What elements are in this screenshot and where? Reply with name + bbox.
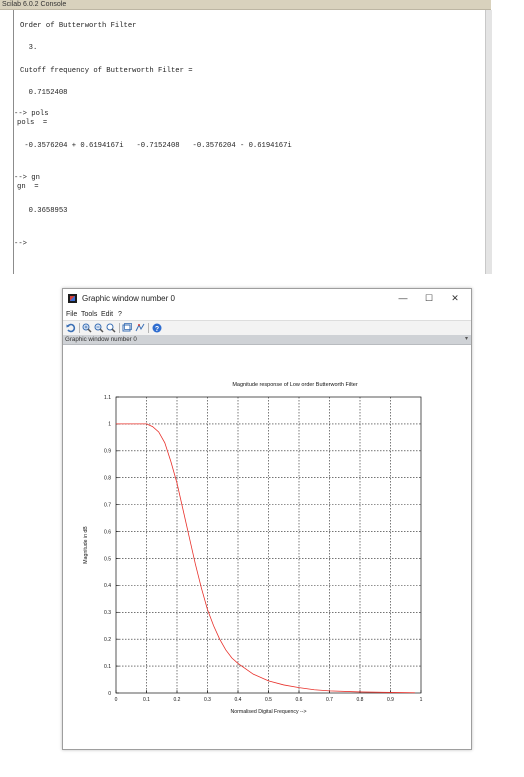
- maximize-button[interactable]: ☐: [419, 292, 439, 305]
- x-tick-label: 1: [420, 697, 423, 703]
- menu-edit[interactable]: Edit: [101, 309, 113, 320]
- close-button[interactable]: ✕: [445, 292, 465, 305]
- x-tick-label: 0.9: [387, 697, 394, 703]
- y-tick-label: 0.7: [104, 502, 111, 508]
- x-tick-label: 0.2: [174, 697, 181, 703]
- console-prompt[interactable]: -->: [14, 240, 27, 249]
- graphic-window[interactable]: Graphic window number 0 — ☐ ✕ File Tools…: [62, 288, 472, 750]
- y-tick-label: 0.1: [104, 664, 111, 670]
- y-tick-label: 0: [108, 691, 111, 697]
- chart-ticks: 0 0.1 0.2 0.3 0.4 0.5 0.6 0.7 0.8 0.9 1 0 0.1 0.2 0.3 0…: [104, 395, 423, 703]
- magnitude-response-chart: Magnitude response of Low order Butterwo…: [83, 382, 423, 715]
- x-tick-label: 0.7: [326, 697, 333, 703]
- graphic-window-titlebar[interactable]: Graphic window number 0 — ☐ ✕: [63, 289, 471, 309]
- console-line: --> pols: [14, 110, 49, 118]
- y-tick-label: 0.3: [104, 610, 111, 616]
- console-line: 0.3658953: [20, 207, 68, 215]
- console-line: Cutoff frequency of Butterworth Filter =: [20, 67, 193, 75]
- console-line: --> gn: [14, 174, 40, 182]
- x-axis-label: Normalised Digital Frequency -->: [231, 709, 307, 715]
- help-icon[interactable]: ?: [152, 323, 162, 333]
- toolbar-separator: [148, 323, 149, 333]
- figure-tab[interactable]: Graphic window number 0: [65, 335, 137, 344]
- zoom-in-icon[interactable]: [82, 323, 92, 333]
- y-tick-label: 0.6: [104, 529, 111, 535]
- console-line: 0.7152408: [20, 89, 68, 97]
- graphic-window-title: Graphic window number 0: [82, 294, 175, 303]
- chart-grid: [116, 397, 421, 693]
- x-tick-label: 0.4: [235, 697, 242, 703]
- chart-title: Magnitude response of Low order Butterwo…: [232, 382, 358, 388]
- console-line: 3.: [20, 44, 38, 52]
- menu-tools[interactable]: Tools: [81, 309, 97, 320]
- x-tick-label: 0: [115, 697, 118, 703]
- rotate-icon[interactable]: [66, 323, 76, 333]
- console-scrollbar[interactable]: [485, 10, 492, 274]
- x-tick-label: 0.3: [204, 697, 211, 703]
- svg-text:?: ?: [155, 326, 159, 333]
- y-tick-label: 0.8: [104, 476, 111, 482]
- x-tick-label: 0.8: [357, 697, 364, 703]
- menu-file[interactable]: File: [66, 309, 77, 320]
- console-titlebar: Scilab 6.0.2 Console: [0, 0, 491, 10]
- menu-help[interactable]: ?: [118, 309, 122, 320]
- zoom-out-icon[interactable]: [94, 323, 104, 333]
- scilab-console[interactable]: Scilab 6.0.2 Console Order of Butterwort…: [0, 0, 492, 274]
- datatip-edit-icon[interactable]: [135, 323, 145, 333]
- datatip-icon[interactable]: [122, 323, 132, 333]
- console-line: Order of Butterworth Filter: [20, 22, 137, 30]
- zoom-area-icon[interactable]: [106, 323, 116, 333]
- toolbar: ?: [63, 320, 471, 336]
- console-line: gn =: [17, 183, 39, 191]
- tab-menu-arrow-icon[interactable]: ▾: [465, 335, 468, 344]
- x-tick-label: 0.1: [143, 697, 150, 703]
- x-tick-label: 0.5: [265, 697, 272, 703]
- toolbar-separator: [119, 323, 120, 333]
- y-tick-label: 1.1: [104, 395, 111, 401]
- plot-canvas[interactable]: Magnitude response of Low order Butterwo…: [63, 345, 471, 749]
- y-axis-label: Magnitude in dB: [83, 526, 89, 564]
- figure-tab-bar: Graphic window number 0 ▾: [63, 335, 471, 345]
- console-line: pols =: [17, 119, 48, 127]
- minimize-button[interactable]: —: [393, 292, 413, 305]
- y-tick-label: 0.9: [104, 449, 111, 455]
- console-title: Scilab 6.0.2 Console: [2, 1, 67, 8]
- y-tick-label: 0.5: [104, 556, 111, 562]
- menu-bar: File Tools Edit ?: [63, 309, 471, 320]
- scilab-app-icon: [68, 294, 77, 303]
- magnitude-curve: [116, 423, 415, 694]
- y-tick-label: 0.4: [104, 583, 111, 589]
- y-tick-label: 0.2: [104, 637, 111, 643]
- console-line: -0.3576204 + 0.6194167i -0.7152408 -0.35…: [20, 142, 292, 150]
- toolbar-separator: [79, 323, 80, 333]
- y-tick-label: 1: [108, 422, 111, 428]
- x-tick-label: 0.6: [296, 697, 303, 703]
- console-divider: [13, 10, 14, 274]
